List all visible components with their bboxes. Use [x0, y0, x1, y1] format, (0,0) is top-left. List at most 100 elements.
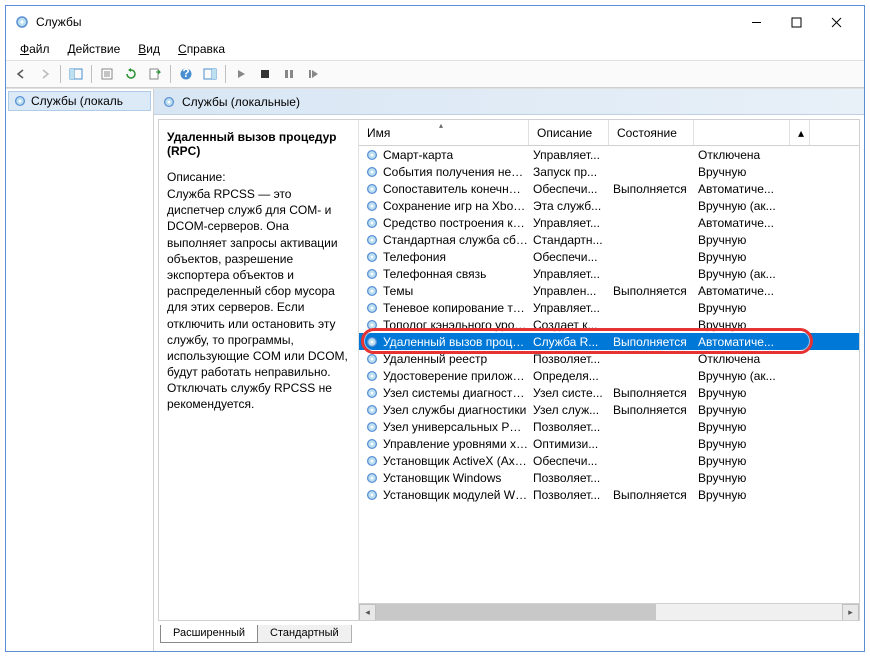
- service-row[interactable]: Узел системы диагностикиУзел систе...Вып…: [359, 384, 859, 401]
- properties-button[interactable]: [96, 63, 118, 85]
- pause-service-button[interactable]: [278, 63, 300, 85]
- service-start: Вручную: [698, 403, 794, 417]
- service-start: Вручную: [698, 233, 794, 247]
- service-row[interactable]: Стандартная служба сбор...Стандартн...Вр…: [359, 231, 859, 248]
- service-state: Выполняется: [613, 403, 698, 417]
- service-start: Автоматиче...: [698, 335, 794, 349]
- service-name: Теневое копирование тома: [383, 301, 533, 315]
- window-title: Службы: [36, 15, 736, 29]
- service-start: Автоматиче...: [698, 284, 794, 298]
- service-name: Средство построения кон...: [383, 216, 533, 230]
- service-start: Вручную (ак...: [698, 199, 794, 213]
- service-start: Вручную (ак...: [698, 267, 794, 281]
- service-row[interactable]: Телефонная связьУправляет... Вручную (ак.…: [359, 265, 859, 282]
- service-row[interactable]: Тополог кэнэльного уров...Создает к...Вр…: [359, 316, 859, 333]
- sort-indicator-icon: ▴: [439, 121, 443, 130]
- service-start: Автоматиче...: [698, 182, 794, 196]
- menu-help[interactable]: Справка: [170, 40, 233, 58]
- help-button[interactable]: ?: [175, 63, 197, 85]
- service-row[interactable]: Сохранение игр на Xbox Li...Эта служб...…: [359, 197, 859, 214]
- tab-standard[interactable]: Стандартный: [257, 625, 352, 643]
- service-row[interactable]: Смарт-картаУправляет...Отключена: [359, 146, 859, 163]
- scroll-up-icon[interactable]: ▴: [790, 120, 810, 145]
- service-desc: Обеспечи...: [533, 454, 613, 468]
- stop-service-button[interactable]: [254, 63, 276, 85]
- start-service-button[interactable]: [230, 63, 252, 85]
- service-name: Тополог кэнэльного уров...: [383, 318, 533, 332]
- service-start: Вручную: [698, 488, 794, 502]
- service-start: Вручную: [698, 318, 794, 332]
- list-header: ▴ Имя Описание Состояние ▴: [359, 120, 859, 146]
- tab-extended[interactable]: Расширенный: [160, 625, 258, 643]
- service-desc: Узел систе...: [533, 386, 613, 400]
- services-window: Службы Файл Действие Вид Справка ? Служ: [5, 5, 865, 652]
- service-name: Узел универсальных PNP-...: [383, 420, 533, 434]
- service-desc: Запуск пр...: [533, 165, 613, 179]
- tree-root-services[interactable]: Службы (локаль: [8, 91, 151, 111]
- service-start: Вручную: [698, 301, 794, 315]
- description-panel: Удаленный вызов процедур (RPC) Описание:…: [159, 120, 359, 620]
- service-row[interactable]: Установщик ActiveX (AxIns...Обеспечи...В…: [359, 452, 859, 469]
- list-rows[interactable]: Смарт-картаУправляет...ОтключенаСобытия …: [359, 146, 859, 603]
- restart-service-button[interactable]: [302, 63, 324, 85]
- description-text: Служба RPCSS — это диспетчер служб для C…: [167, 186, 350, 413]
- column-start-type[interactable]: [694, 120, 790, 145]
- titlebar: Службы: [6, 6, 864, 38]
- service-desc: Эта служб...: [533, 199, 613, 213]
- service-name: Телефонная связь: [383, 267, 533, 281]
- service-row[interactable]: Удаленный реестрПозволяет...Отключена: [359, 350, 859, 367]
- column-description[interactable]: Описание: [529, 120, 609, 145]
- service-row[interactable]: Установщик модулей Win...Позволяет...Вып…: [359, 486, 859, 503]
- close-button[interactable]: [816, 8, 856, 36]
- service-row[interactable]: Установщик WindowsПозволяет...Вручную: [359, 469, 859, 486]
- show-hide-tree-button[interactable]: [65, 63, 87, 85]
- back-button[interactable]: [10, 63, 32, 85]
- horizontal-scrollbar[interactable]: ◂ ▸: [359, 603, 859, 620]
- service-name: События получения непо...: [383, 165, 533, 179]
- service-row[interactable]: Удостоверение приложенияОпределя...Вручн…: [359, 367, 859, 384]
- export-button[interactable]: [144, 63, 166, 85]
- service-desc: Определя...: [533, 369, 613, 383]
- scroll-right-icon[interactable]: ▸: [842, 604, 859, 621]
- service-row[interactable]: ТемыУправлен...ВыполняетсяАвтоматиче...: [359, 282, 859, 299]
- scroll-left-icon[interactable]: ◂: [359, 604, 376, 621]
- service-row[interactable]: Удаленный вызов процеду...Служба R...Вып…: [359, 333, 859, 350]
- service-state: Выполняется: [613, 386, 698, 400]
- service-start: Вручную: [698, 386, 794, 400]
- menu-action[interactable]: Действие: [60, 40, 129, 58]
- toolbar: ?: [6, 60, 864, 88]
- tree-pane: Службы (локаль: [6, 89, 154, 651]
- column-state[interactable]: Состояние: [609, 120, 694, 145]
- column-name[interactable]: Имя: [359, 120, 529, 145]
- service-name: Установщик модулей Win...: [383, 488, 533, 502]
- service-start: Вручную: [698, 420, 794, 434]
- service-row[interactable]: Управление уровнями хра...Оптимизи...Вру…: [359, 435, 859, 452]
- service-start: Вручную: [698, 165, 794, 179]
- refresh-button[interactable]: [120, 63, 142, 85]
- menu-file[interactable]: Файл: [12, 40, 58, 58]
- forward-button[interactable]: [34, 63, 56, 85]
- service-row[interactable]: Сопоставитель конечных ...Обеспечи...Вып…: [359, 180, 859, 197]
- service-desc: Управляет...: [533, 267, 613, 281]
- services-list: ▴ Имя Описание Состояние ▴ Смарт-картаУп…: [359, 120, 859, 620]
- service-row[interactable]: Теневое копирование томаУправляет...Вруч…: [359, 299, 859, 316]
- service-name: Стандартная служба сбор...: [383, 233, 533, 247]
- show-hide-action-button[interactable]: [199, 63, 221, 85]
- service-row[interactable]: Средство построения кон...Управляет...Ав…: [359, 214, 859, 231]
- app-icon: [14, 14, 30, 30]
- gear-icon: [162, 95, 176, 109]
- scroll-thumb[interactable]: [376, 604, 656, 621]
- service-name: Сопоставитель конечных ...: [383, 182, 533, 196]
- svg-text:?: ?: [182, 67, 189, 80]
- minimize-button[interactable]: [736, 8, 776, 36]
- service-row[interactable]: Узел службы диагностикиУзел служ...Выпол…: [359, 401, 859, 418]
- menu-view[interactable]: Вид: [130, 40, 168, 58]
- service-row[interactable]: События получения непо...Запуск пр... Вру…: [359, 163, 859, 180]
- pane-header-title: Службы (локальные): [182, 95, 300, 109]
- service-row[interactable]: Узел универсальных PNP-...Позволяет...Вр…: [359, 418, 859, 435]
- service-desc: Управлен...: [533, 284, 613, 298]
- maximize-button[interactable]: [776, 8, 816, 36]
- service-start: Вручную: [698, 454, 794, 468]
- service-desc: Оптимизи...: [533, 437, 613, 451]
- service-row[interactable]: ТелефонияОбеспечи...Вручную: [359, 248, 859, 265]
